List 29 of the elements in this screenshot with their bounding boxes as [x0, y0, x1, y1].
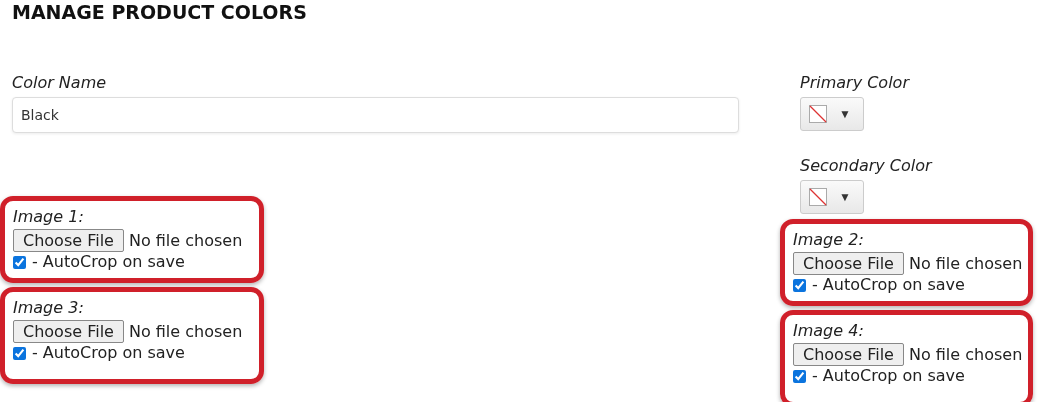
- autocrop-label: - AutoCrop on save: [812, 366, 965, 386]
- color-name-label: Color Name: [12, 72, 107, 94]
- autocrop-checkbox[interactable]: [793, 278, 806, 292]
- secondary-color-label: Secondary Color: [800, 155, 932, 177]
- color-picker-button[interactable]: ▼: [800, 180, 864, 214]
- file-status: No file chosen: [908, 345, 1023, 364]
- image-label: Image 1:: [13, 207, 84, 227]
- page-title: MANAGE PRODUCT COLORS: [11, 0, 308, 24]
- autocrop-checkbox[interactable]: [13, 255, 26, 269]
- autocrop-label: - AutoCrop on save: [812, 275, 965, 295]
- image-label: Image 3:: [13, 298, 84, 318]
- no-color-icon: [809, 105, 827, 123]
- file-status: No file chosen: [128, 231, 243, 250]
- choose-file-button[interactable]: Choose File: [13, 320, 124, 343]
- choose-file-button[interactable]: Choose File: [793, 252, 904, 275]
- file-status: No file chosen: [128, 322, 243, 341]
- choose-file-button[interactable]: Choose File: [793, 343, 904, 366]
- color-name-field[interactable]: Black: [12, 97, 739, 133]
- image-label: Image 2:: [793, 230, 864, 250]
- file-status: No file chosen: [908, 254, 1023, 273]
- primary-color-label: Primary Color: [800, 72, 909, 94]
- autocrop-checkbox[interactable]: [13, 346, 26, 360]
- choose-file-button[interactable]: Choose File: [13, 229, 124, 252]
- color-picker-button[interactable]: ▼: [800, 97, 864, 131]
- autocrop-checkbox[interactable]: [793, 369, 806, 383]
- autocrop-label: - AutoCrop on save: [32, 343, 185, 363]
- image-label: Image 4:: [793, 321, 864, 341]
- autocrop-label: - AutoCrop on save: [32, 252, 185, 272]
- no-color-icon: [809, 188, 827, 206]
